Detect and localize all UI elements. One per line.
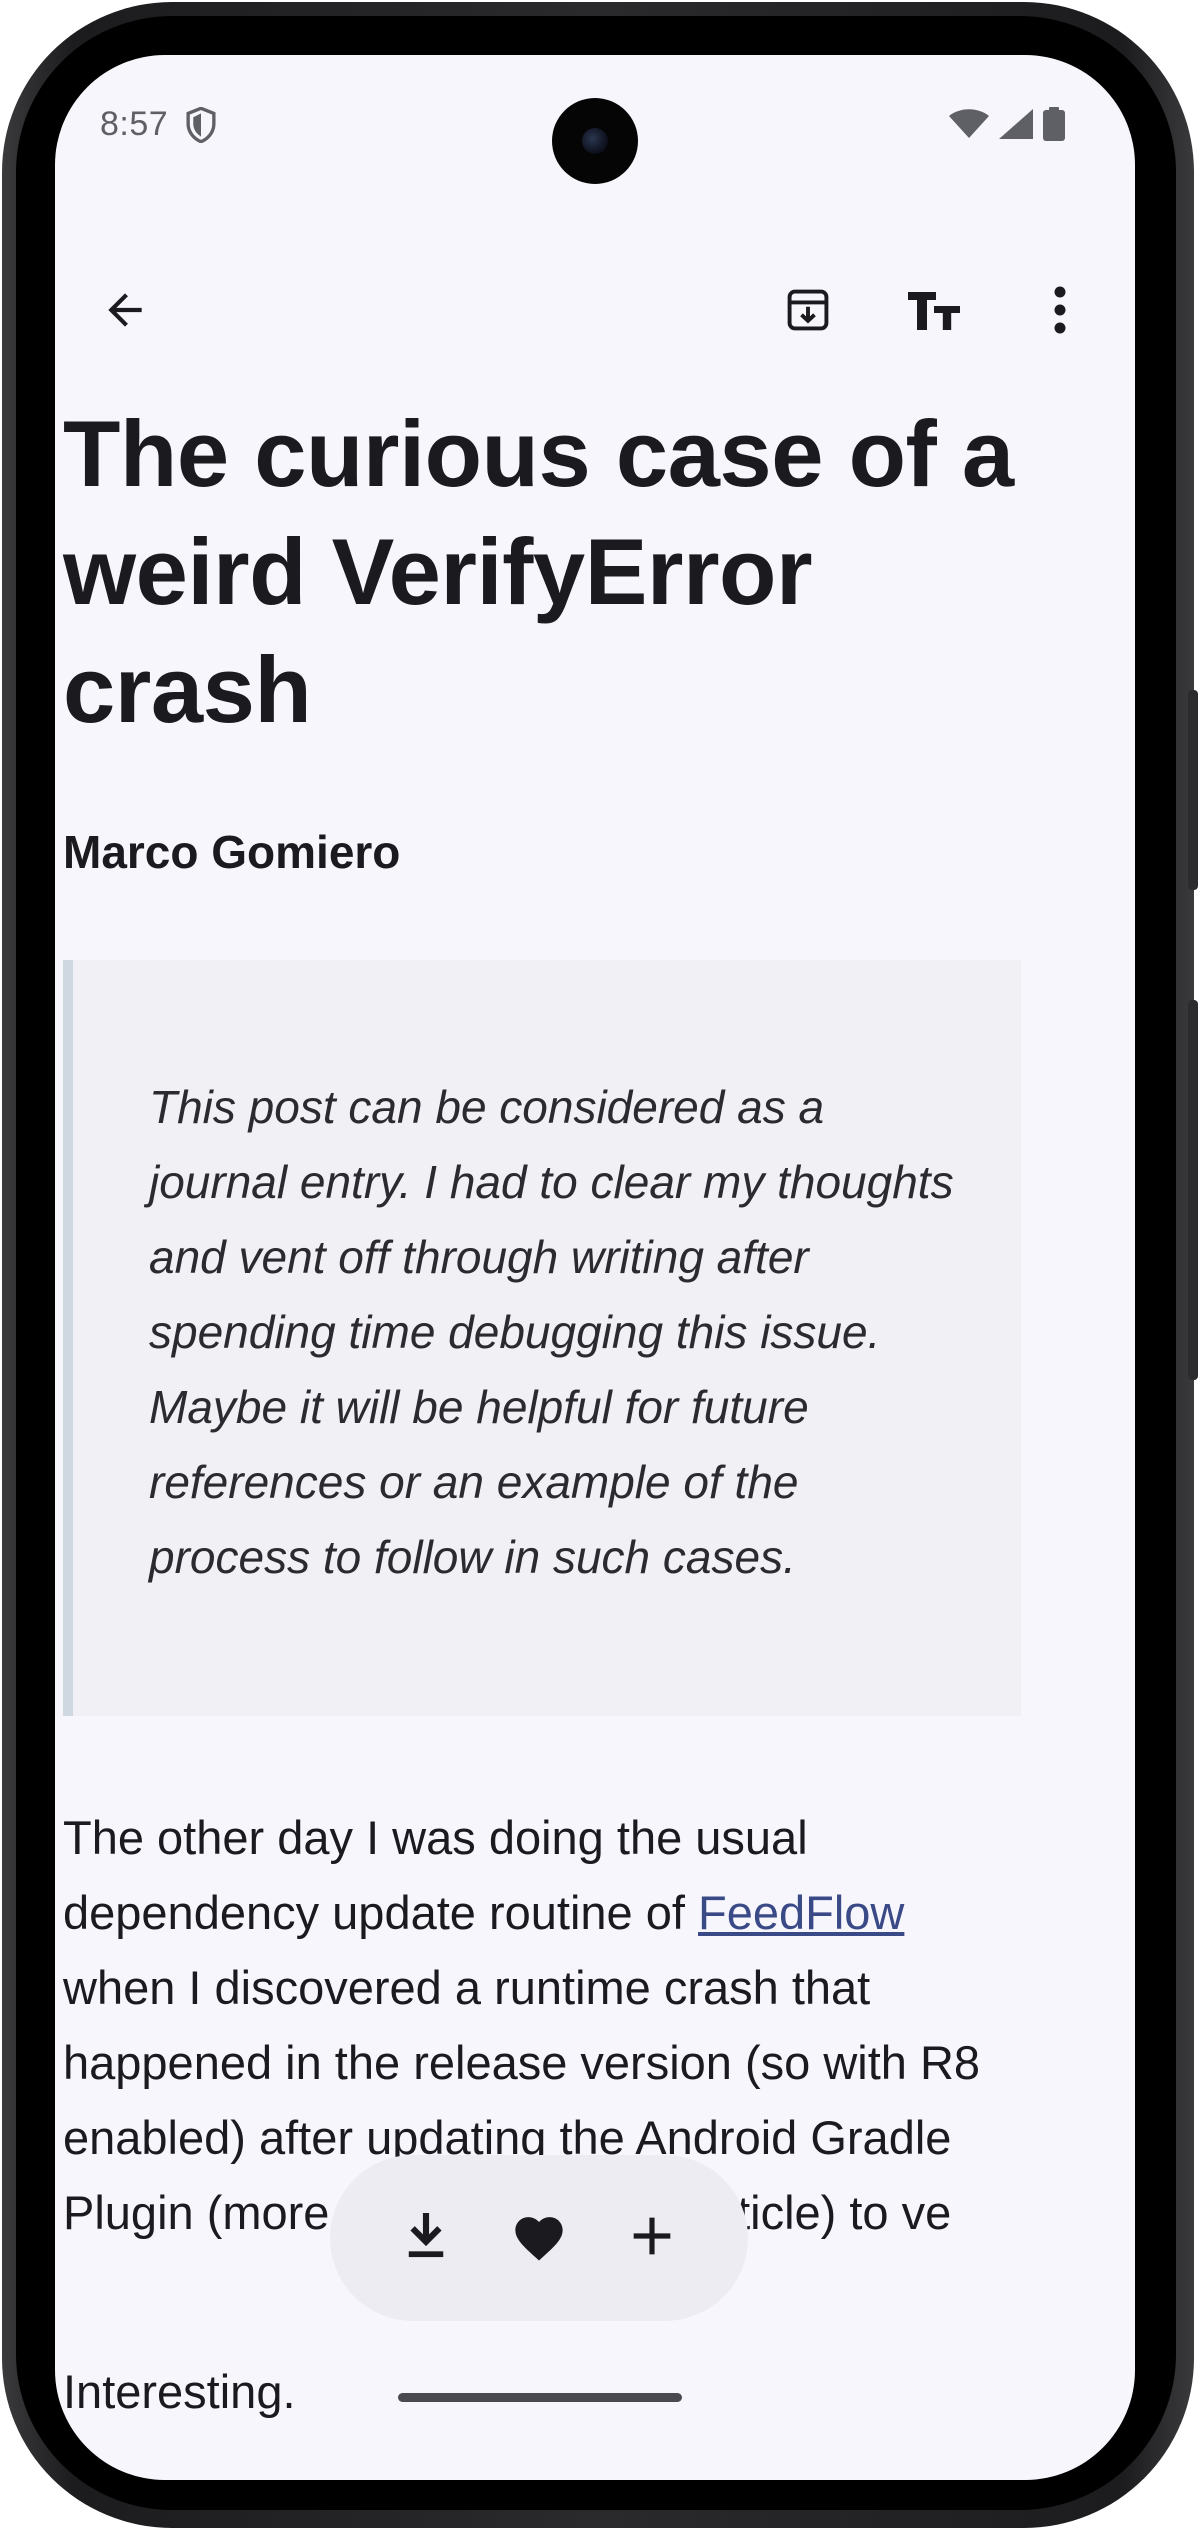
arrow-left-icon [100, 285, 150, 340]
wifi-icon [949, 109, 989, 144]
more-options-button[interactable] [1025, 277, 1095, 347]
power-button [1188, 690, 1198, 890]
signal-icon [999, 109, 1033, 144]
archive-download-icon [782, 284, 834, 341]
battery-icon [1043, 107, 1065, 146]
paragraph-text-start: The other day I was doing the usual depe… [63, 1811, 808, 1939]
article-title: The curious case of a weird VerifyError … [63, 401, 1014, 742]
shield-icon [185, 106, 217, 148]
article-blockquote: This post can be considered as a journal… [63, 960, 1021, 1716]
bottom-toolbar [330, 2155, 748, 2321]
status-time: 8:57 [100, 105, 169, 143]
more-vert-icon [1053, 285, 1067, 340]
add-button[interactable] [612, 2198, 692, 2278]
front-camera [552, 98, 638, 184]
download-button[interactable] [386, 2198, 466, 2278]
feedflow-link[interactable]: FeedFlow [698, 1886, 904, 1939]
text-size-button[interactable] [899, 277, 969, 347]
blockquote-text: This post can be considered as a journal… [149, 1081, 954, 1583]
article-author: Marco Gomiero [63, 826, 401, 878]
phone-device: 8:57 The curious case of a weird VerifyE… [0, 0, 1198, 2531]
save-offline-button[interactable] [773, 277, 843, 347]
plus-icon [630, 2214, 674, 2263]
text-size-icon [906, 287, 962, 338]
article-paragraph-2: Interesting. [63, 2365, 296, 2418]
volume-button [1188, 1000, 1198, 1380]
home-indicator[interactable] [398, 2393, 682, 2402]
status-icons [949, 107, 1065, 146]
download-icon [403, 2211, 449, 2266]
back-button[interactable] [90, 277, 160, 347]
favorite-button[interactable] [499, 2198, 579, 2278]
heart-icon [510, 2210, 568, 2267]
